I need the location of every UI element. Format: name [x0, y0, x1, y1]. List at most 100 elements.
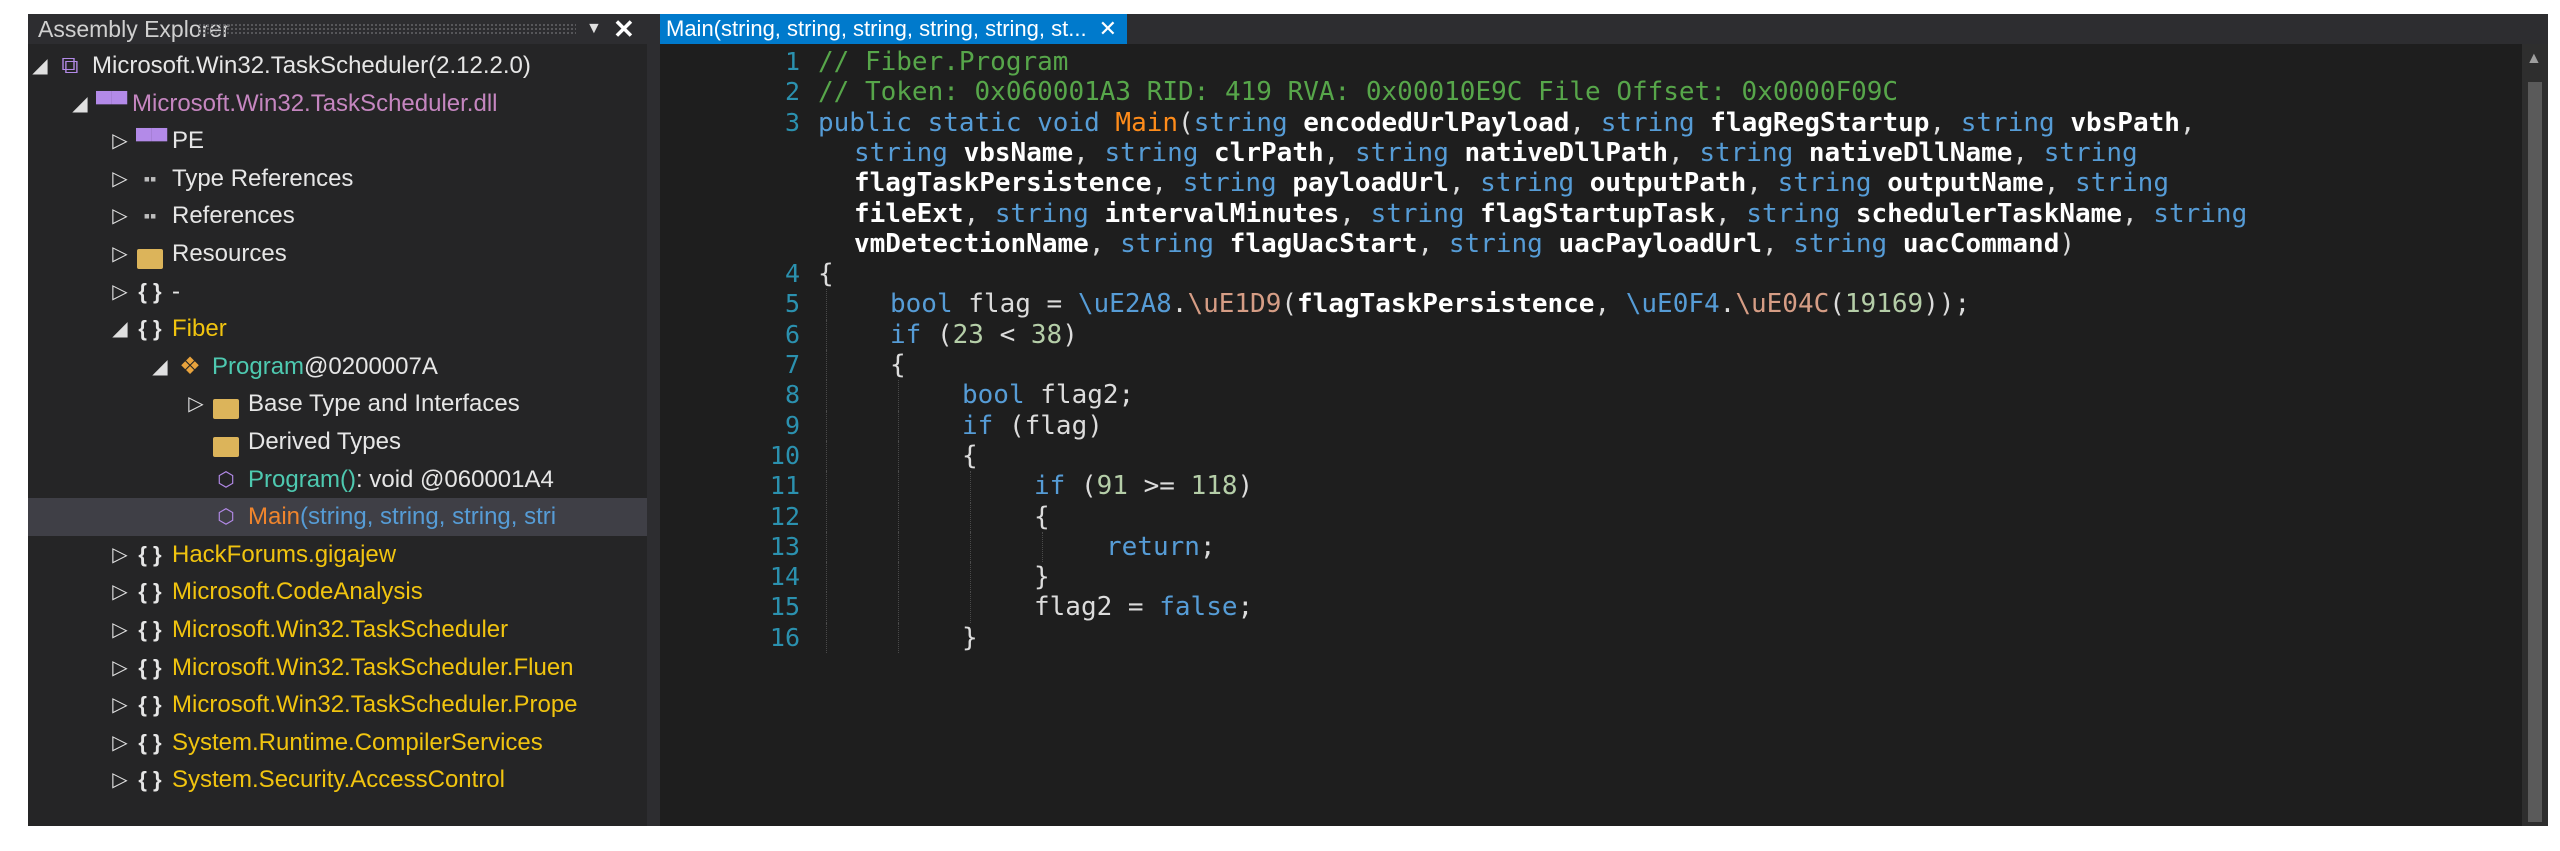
code-token: bool [890, 289, 969, 320]
code-token: string [1793, 228, 1903, 259]
code-line: bool flag2; [962, 380, 1134, 410]
code-token: < [983, 319, 1031, 350]
code-token: { [890, 350, 906, 380]
panel-menu-dropdown-icon[interactable]: ▼ [586, 14, 602, 44]
namespace-icon: { } [138, 541, 162, 567]
namespace-icon: { } [138, 278, 162, 304]
tree-node[interactable]: ▷ { } Microsoft.Win32.TaskScheduler.Prope [28, 686, 647, 724]
code-token: , [2043, 168, 2076, 199]
tree-node[interactable]: ▷ { } Microsoft.Win32.TaskScheduler.Fluen [28, 649, 647, 687]
panel-close-icon[interactable]: ✕ [613, 14, 635, 44]
code-token: string [1960, 107, 2071, 138]
vertical-scrollbar[interactable]: ▲ [2522, 44, 2548, 826]
code-token: , [1088, 228, 1121, 259]
code-token: } [962, 622, 978, 653]
code-token: ) [1237, 471, 1254, 502]
collapse-arrow-icon[interactable]: ◢ [110, 310, 130, 348]
line-number: 3 [784, 107, 800, 137]
tree-node-label: - [172, 277, 180, 305]
code-token: \uE0F4 [1625, 289, 1720, 320]
references-icon: ▪▪ [143, 168, 157, 189]
code-line: // Token: 0x060001A3 RID: 419 RVA: 0x000… [818, 77, 1898, 107]
drag-grip[interactable] [198, 23, 576, 35]
tree-node[interactable]: ▷ ▀▀ PE [28, 122, 647, 160]
tree-node-label: Microsoft.Win32.TaskScheduler.dll [132, 89, 498, 117]
tree-node[interactable]: ▷ Resources [28, 235, 647, 273]
code-token: ( [936, 319, 953, 350]
tab-main-method[interactable]: Main(string, string, string, string, str… [660, 14, 1128, 44]
code-token: // Token: 0x060001A3 RID: 419 RVA: 0x000… [818, 77, 1899, 108]
panel-splitter[interactable] [647, 14, 660, 826]
tree-node[interactable]: Derived Types [28, 423, 647, 461]
tree-node[interactable]: ◢ { } Fiber [28, 310, 647, 348]
tree-node-label: References [172, 202, 295, 230]
indent-guide [898, 471, 899, 502]
code-token: , [1323, 137, 1355, 168]
tree-node-label: System.Security.AccessControl [172, 766, 505, 794]
code-token: string [994, 198, 1105, 229]
scroll-up-arrow-icon[interactable]: ▲ [2526, 50, 2542, 68]
code-token: flagRegStartup [1710, 107, 1930, 138]
tree-node[interactable]: ▷ ▪▪ Type References [28, 160, 647, 198]
tree-node[interactable]: ⬡ Main(string, string, string, stri [28, 498, 647, 537]
member-detail: @0200007A [304, 352, 438, 380]
tree-node[interactable]: ▷ { } System.Runtime.CompilerServices [28, 724, 647, 762]
code-token: , [1594, 289, 1626, 320]
code-token: { [1034, 501, 1050, 532]
code-token: flagUacStart [1229, 228, 1418, 259]
indent-guide [898, 410, 899, 441]
indent-guide [898, 592, 899, 623]
collapse-arrow-icon[interactable]: ◢ [70, 85, 90, 123]
expand-arrow-icon[interactable]: ▷ [110, 611, 130, 649]
code-line: // Fiber.Program [818, 47, 1068, 77]
scrollbar-thumb[interactable] [2528, 82, 2542, 822]
expand-arrow-icon[interactable]: ▷ [110, 273, 130, 311]
indent-guide [826, 562, 827, 593]
expand-arrow-icon[interactable]: ▷ [110, 197, 130, 235]
expand-arrow-icon[interactable]: ▷ [110, 160, 130, 198]
code-line: fileExt, string intervalMinutes, string … [854, 199, 2247, 229]
collapse-arrow-icon[interactable]: ◢ [150, 348, 170, 386]
tree-node[interactable]: ▷ Base Type and Interfaces [28, 385, 647, 423]
tree-node[interactable]: ◢ ❖ Program @0200007A [28, 348, 647, 386]
expand-arrow-icon[interactable]: ▷ [110, 649, 130, 687]
expand-arrow-icon[interactable]: ▷ [110, 122, 130, 160]
collapse-arrow-icon[interactable]: ◢ [30, 47, 50, 85]
member-name: Program [212, 352, 305, 380]
assembly-tree: ◢ ⧉ Microsoft.Win32.TaskScheduler (2.12.2.… [28, 44, 647, 826]
expand-arrow-icon[interactable]: ▷ [110, 536, 130, 574]
tree-node[interactable]: ▷ { } - [28, 273, 647, 311]
indent-guide [826, 622, 827, 653]
code-token: , [1151, 168, 1183, 199]
code-token: return [1106, 531, 1200, 562]
tree-node[interactable]: ▷ { } Microsoft.CodeAnalysis [28, 573, 647, 611]
code-token: , [1714, 198, 1747, 229]
tree-node[interactable]: ⬡ Program() : void @060001A4 [28, 461, 647, 499]
expand-arrow-icon[interactable]: ▷ [110, 235, 130, 273]
code-line: { [1034, 502, 1050, 532]
indent-guide [970, 592, 971, 623]
tree-node-label: Type References [172, 164, 354, 192]
expand-arrow-icon[interactable]: ▷ [110, 761, 130, 799]
tree-node[interactable]: ▷ ▪▪ References [28, 197, 647, 235]
tree-node[interactable]: ▷ { } HackForums.gigajew [28, 536, 647, 574]
expand-arrow-icon[interactable]: ▷ [186, 385, 206, 423]
line-number: 15 [769, 592, 800, 622]
tab-close-icon[interactable]: ✕ [1099, 16, 1117, 41]
line-number: 10 [769, 440, 800, 470]
expand-arrow-icon[interactable]: ▷ [110, 573, 130, 611]
tree-node-label: Microsoft.CodeAnalysis [172, 578, 423, 606]
method-name: Main [248, 503, 301, 531]
tree-node[interactable]: ◢ ⧉ Microsoft.Win32.TaskScheduler (2.12.2.… [28, 47, 647, 85]
tree-node[interactable]: ▷ { } Microsoft.Win32.TaskScheduler [28, 611, 647, 649]
expand-arrow-icon[interactable]: ▷ [110, 724, 130, 762]
line-number: 4 [784, 259, 800, 289]
expand-arrow-icon[interactable]: ▷ [110, 686, 130, 724]
code-token: string [1699, 137, 1809, 168]
code-view[interactable]: 1 // Fiber.Program 2 // Token: 0x060001A3 R… [660, 47, 2548, 826]
code-line: { [818, 259, 834, 289]
tree-node[interactable]: ▷ { } System.Security.AccessControl [28, 761, 647, 799]
tree-node[interactable]: ◢ ▀▀ Microsoft.Win32.TaskScheduler.dll [28, 85, 647, 123]
code-token: outputName [1887, 168, 2044, 199]
code-token: , [1929, 107, 1961, 138]
